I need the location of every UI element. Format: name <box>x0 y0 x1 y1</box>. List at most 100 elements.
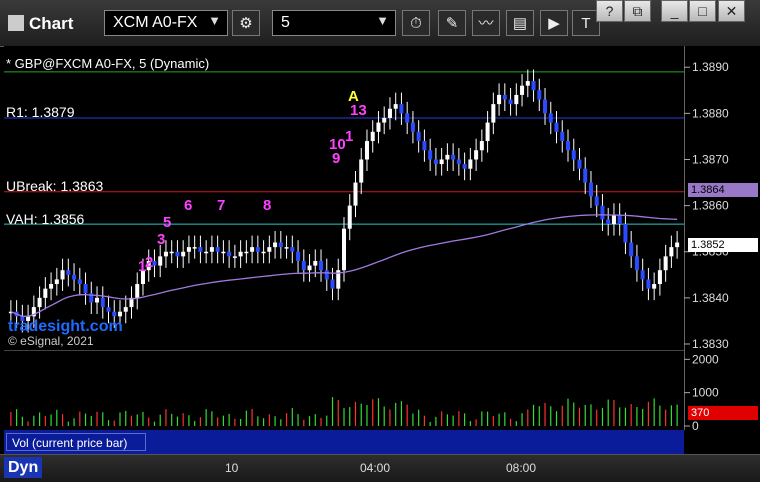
candle-body <box>106 307 111 312</box>
candle-body <box>221 251 226 254</box>
candle-body <box>158 256 163 266</box>
candle-body <box>370 131 375 142</box>
y-tick-label: 1.3830 <box>692 337 729 351</box>
candle-body <box>439 159 444 165</box>
x-tick: 04:00 <box>360 461 391 475</box>
candle-body <box>433 159 438 165</box>
seq-number: 3 <box>157 231 166 248</box>
candle-body <box>198 247 203 252</box>
candle-body <box>611 214 616 225</box>
candle-body <box>508 99 513 105</box>
candle-body <box>485 122 490 142</box>
candle-body <box>330 279 335 289</box>
r1-label: R1: 1.3879 <box>6 104 75 120</box>
candle-body <box>232 256 237 258</box>
candle-body <box>227 251 232 257</box>
candle-body <box>583 168 588 183</box>
y-tick-label: 1.3890 <box>692 60 729 74</box>
candle-body <box>341 228 347 271</box>
candle-body <box>405 113 410 123</box>
candle-body <box>410 122 415 132</box>
candle-body <box>244 251 249 254</box>
volume-tag: 370 <box>688 406 758 420</box>
x-tick: 08:00 <box>506 461 537 475</box>
candle-body <box>525 81 530 86</box>
seq-number: 5 <box>163 214 172 231</box>
vol-tick-label: 1000 <box>692 386 719 400</box>
candle-body <box>255 247 260 252</box>
candle-body <box>548 113 553 123</box>
candle-body <box>43 288 48 298</box>
candle-body <box>416 131 421 142</box>
candle-body <box>117 311 123 317</box>
candle-body <box>66 270 71 275</box>
candle-body <box>456 159 461 165</box>
candle-body <box>100 297 105 308</box>
seq-number: A <box>348 88 359 105</box>
candle-body <box>175 251 180 257</box>
candle-body <box>112 311 117 317</box>
ubreak-label: UBreak: 1.3863 <box>6 178 104 194</box>
candle-body <box>60 270 65 280</box>
candle-body <box>600 205 605 220</box>
seq-number: 8 <box>263 197 272 214</box>
candle-body <box>49 284 54 289</box>
candle-body <box>531 81 536 91</box>
volume-study-label[interactable]: Vol (current price bar) <box>6 433 146 451</box>
seq-number: 7 <box>217 197 226 214</box>
seq-number: 10 <box>329 136 346 153</box>
candle-body <box>278 242 283 248</box>
symbol-line: * GBP@FXCM A0-FX, 5 (Dynamic) <box>6 56 210 71</box>
candle-body <box>250 247 255 252</box>
candle-body <box>376 122 381 132</box>
y-tick-label: 1.3870 <box>692 152 729 166</box>
candle-body <box>634 256 639 271</box>
candle-body <box>273 242 278 248</box>
vah-label: VAH: 1.3856 <box>6 211 85 227</box>
dyn-tab[interactable]: Dyn <box>4 457 43 478</box>
candle-body <box>491 104 496 123</box>
candle-body <box>462 164 467 169</box>
candle-body <box>629 242 634 257</box>
candle-body <box>72 274 77 280</box>
candle-body <box>163 251 168 257</box>
copyright: © eSignal, 2021 <box>8 334 94 348</box>
seq-number: 6 <box>184 197 193 214</box>
candle-body <box>290 247 295 252</box>
candle-body <box>565 141 571 151</box>
candle-body <box>204 251 209 254</box>
candle-body <box>319 260 324 271</box>
candle-body <box>663 256 668 271</box>
candle-body <box>261 251 266 254</box>
candle-body <box>652 284 657 289</box>
candle-body <box>474 150 479 160</box>
candle-body <box>135 284 140 298</box>
last-price-tag: 1.3852 <box>688 238 758 252</box>
candle-body <box>296 251 301 261</box>
candle-body <box>594 196 599 206</box>
candle-body <box>393 104 398 109</box>
candle-body <box>301 260 306 271</box>
candle-body <box>353 182 358 206</box>
candle-body <box>54 279 59 285</box>
candle-body <box>560 131 565 142</box>
candle-body <box>364 141 369 160</box>
candle-body <box>445 154 450 160</box>
candle-body <box>169 251 174 254</box>
candle-body <box>267 247 272 252</box>
candle-body <box>675 242 680 248</box>
candle-body <box>554 122 559 132</box>
candle-body <box>215 247 220 252</box>
y-tick-label: 1.3880 <box>692 106 729 120</box>
candle-body <box>307 265 312 271</box>
vwap-price-tag: 1.3864 <box>688 183 758 197</box>
candle-body <box>606 219 611 225</box>
candle-body <box>468 159 473 169</box>
y-tick-label: 1.3860 <box>692 199 729 213</box>
candle-body <box>502 94 507 100</box>
candle-body <box>359 159 364 183</box>
candle-body <box>37 297 42 308</box>
candle-body <box>617 214 622 225</box>
candle-body <box>77 279 82 285</box>
candle-body <box>83 284 88 294</box>
